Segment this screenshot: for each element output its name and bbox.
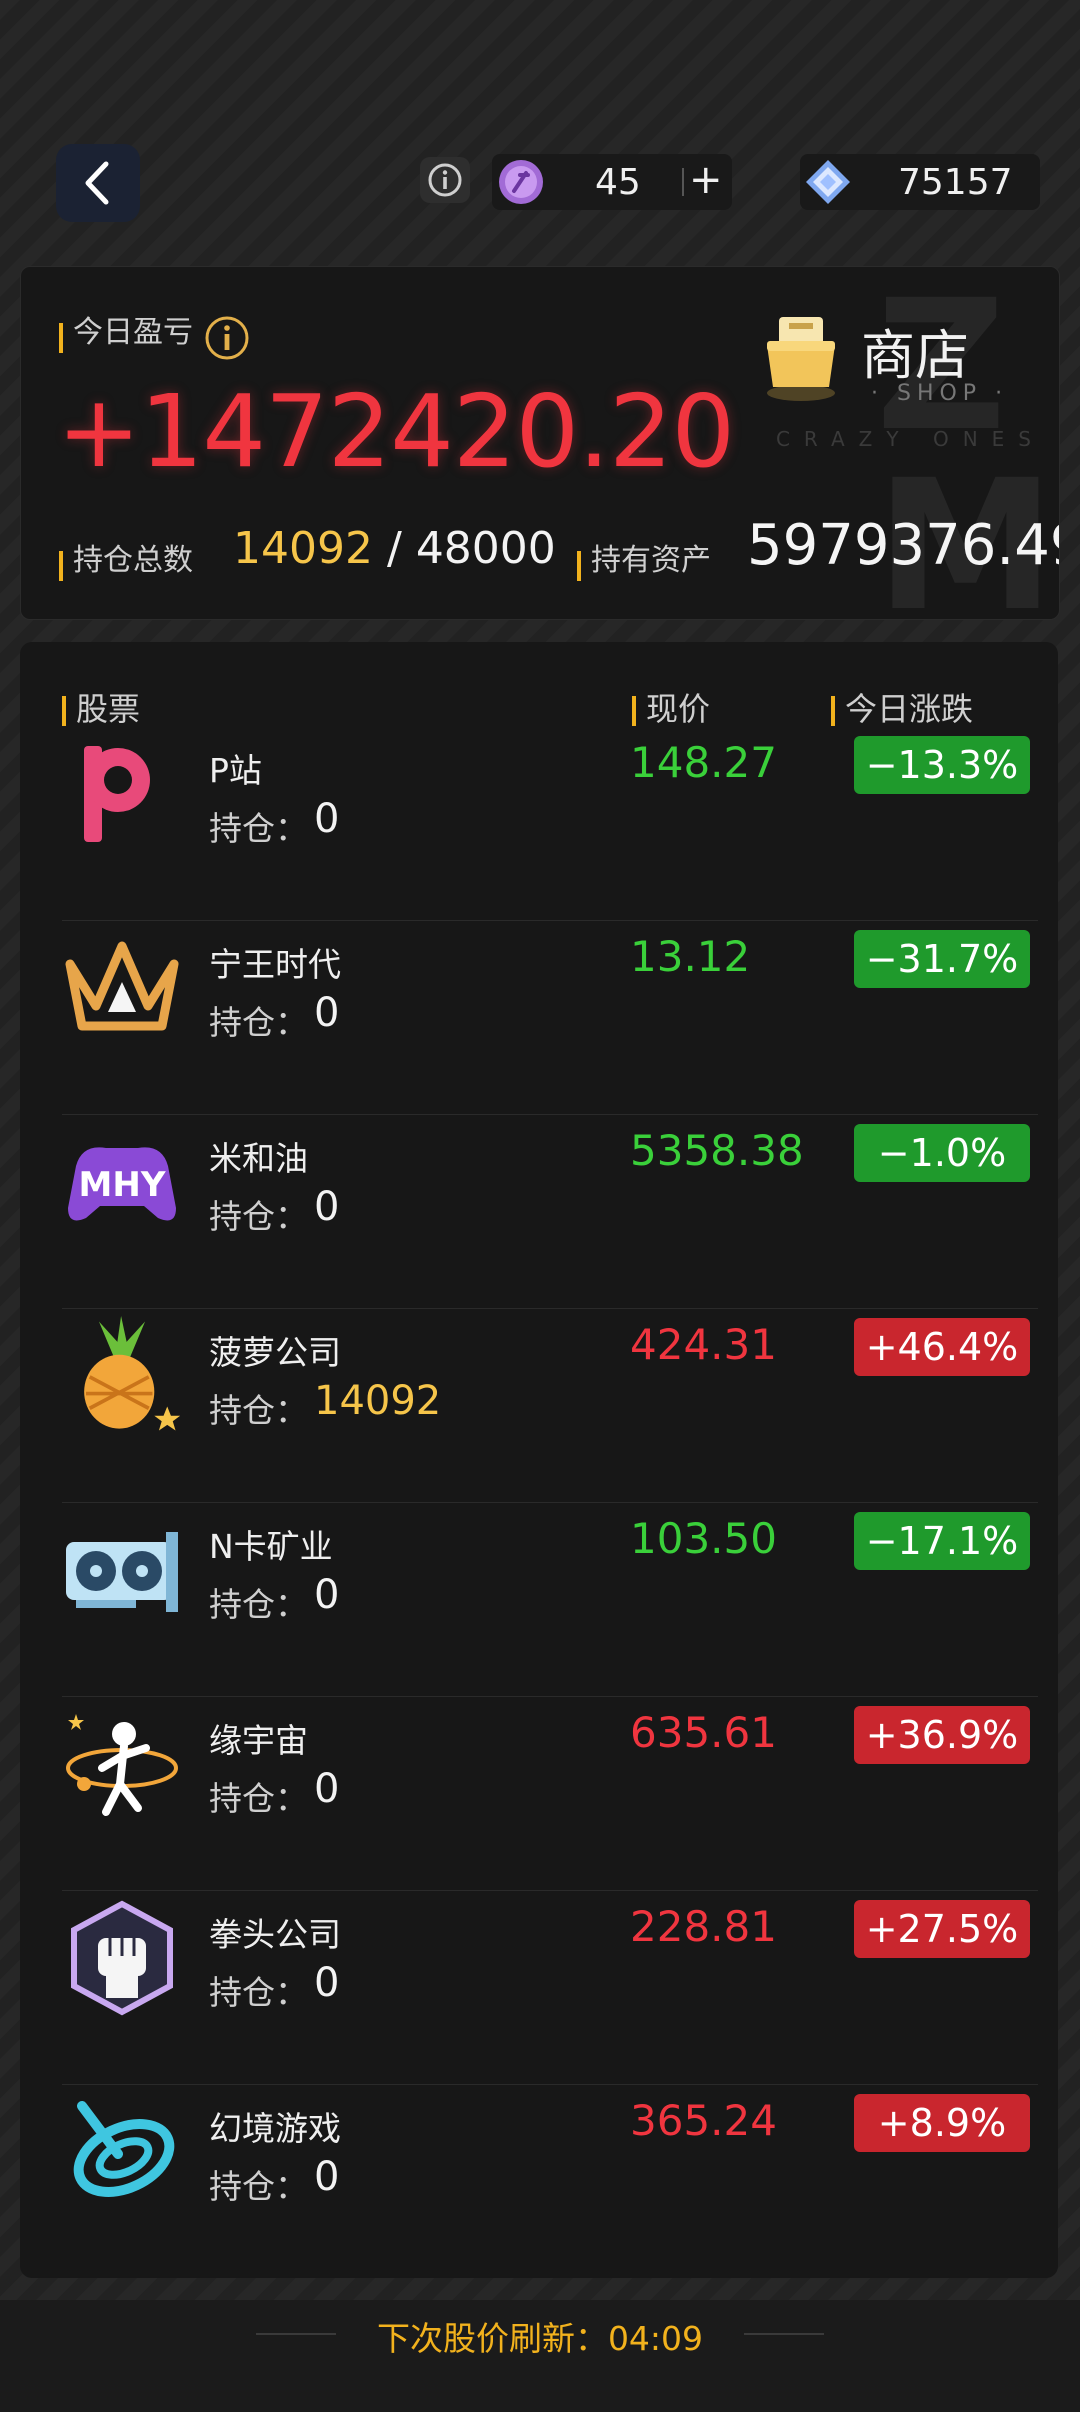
assets-row: 持有资产 [577,535,711,581]
holding-value: 0 [314,2154,340,2200]
holdings-count: 14092 / 48000 [233,523,556,574]
holding-label: 持仓： [209,1779,308,1818]
stock-name: P站 [209,751,262,790]
holding-label: 持仓： [209,2167,308,2206]
stock-list: 股票 现价 今日涨跌 P站 持仓： 0 148.27 −13.3% 宁王时代 持仓： 0 13.… [20,642,1058,2278]
stock-name: 缘宇宙 [209,1721,308,1760]
stock-name: 幻境游戏 [209,2109,341,2148]
stock-row[interactable]: P站持仓： 0 148.27 −13.3% [62,726,1038,921]
refresh-countdown: 下次股价刷新：04:09 [376,2319,704,2358]
pnl-label: 今日盈亏 [73,315,193,350]
divider [682,168,684,196]
assets-label: 持有资产 [591,543,711,578]
svg-text:MHY: MHY [79,1165,166,1205]
column-header-stock: 股票 [62,684,140,730]
holdings-label: 持仓总数 [73,543,193,578]
change-badge: +46.4% [854,1318,1030,1376]
crown-icon [62,928,182,1048]
info-icon [428,163,462,197]
stock-row[interactable]: MHY 米和油持仓： 0 5358.38 −1.0% [62,1114,1038,1309]
pineapple-icon [62,1316,182,1436]
holding-value: 0 [314,1960,340,2006]
holding-value: 14092 [314,1378,442,1424]
watermark: CRAZY ONES [775,427,1045,451]
stock-name: N卡矿业 [209,1527,333,1566]
holdings-max: 48000 [415,523,556,574]
shop-sublabel: · SHOP · [871,381,1009,406]
holdings-separator: / [386,523,402,574]
stock-price: 635.61 [630,1708,777,1757]
column-header-change: 今日涨跌 [831,684,973,730]
pnl-header: 今日盈亏 [59,307,250,361]
shop-button[interactable]: 商店 · SHOP · [761,311,1021,421]
holding-value: 0 [314,1184,340,1230]
gpu-card-icon [62,1510,182,1630]
stock-name: 菠萝公司 [209,1333,341,1372]
p-station-icon [62,734,182,854]
stock-name: 拳头公司 [209,1915,341,1954]
diamond-icon [806,160,850,204]
holdings-row: 持仓总数 [59,535,193,581]
chevron-left-icon [85,161,109,205]
holding-label: 持仓： [209,809,308,848]
assets-value: 5979376.49 [747,513,1060,578]
change-badge: −1.0% [854,1124,1030,1182]
holding-value: 0 [314,990,340,1036]
change-badge: −13.3% [854,736,1030,794]
holding-label: 持仓： [209,1391,308,1430]
stock-price: 424.31 [630,1320,777,1369]
holding-value: 0 [314,1766,340,1812]
astronaut-icon [62,1704,182,1824]
stock-price: 13.12 [630,932,751,981]
holding-label: 持仓： [209,1973,308,2012]
stock-row[interactable]: 拳头公司持仓： 0 228.81 +27.5% [62,1890,1038,2085]
stock-row[interactable]: 缘宇宙持仓： 0 635.61 +36.9% [62,1696,1038,1891]
stock-row[interactable]: 菠萝公司持仓： 14092 424.31 +46.4% [62,1308,1038,1503]
gem-value: 75157 [898,162,1013,203]
change-badge: +36.9% [854,1706,1030,1764]
energy-orb-icon [499,160,543,204]
change-badge: +27.5% [854,1900,1030,1958]
info-icon[interactable] [204,315,250,361]
shop-label: 商店 [861,324,969,387]
change-badge: −17.1% [854,1512,1030,1570]
energy-value: 45 [595,162,641,203]
gamepad-icon: MHY [62,1122,182,1242]
stock-name: 宁王时代 [209,945,341,984]
stock-price: 148.27 [630,738,777,787]
gem-counter: 75157 [800,154,1040,210]
stock-price: 365.24 [630,2096,777,2145]
holding-label: 持仓： [209,1197,308,1236]
stock-price: 5358.38 [630,1126,804,1175]
holdings-current: 14092 [233,523,373,574]
summary-card: ZM CRAZY ONES 今日盈亏 +1472420.20 商店 · SHOP… [20,266,1060,620]
shop-box-icon [767,317,835,401]
energy-counter: 45 + [492,154,732,210]
add-energy-button[interactable]: + [689,157,723,203]
portal-icon [62,2092,182,2212]
info-button[interactable] [420,157,470,203]
change-badge: +8.9% [854,2094,1030,2152]
stock-price: 103.50 [630,1514,777,1563]
column-header-price: 现价 [632,684,710,730]
holding-label: 持仓： [209,1585,308,1624]
stock-row[interactable]: 幻境游戏持仓： 0 365.24 +8.9% [62,2084,1038,2278]
fist-icon [62,1898,182,2018]
stock-name: 米和油 [209,1139,308,1178]
holding-label: 持仓： [209,1003,308,1042]
change-badge: −31.7% [854,930,1030,988]
stock-price: 228.81 [630,1902,777,1951]
holding-value: 0 [314,796,340,842]
holding-value: 0 [314,1572,340,1618]
stock-row[interactable]: N卡矿业持仓： 0 103.50 −17.1% [62,1502,1038,1697]
back-button[interactable] [56,144,140,222]
stock-row[interactable]: 宁王时代持仓： 0 13.12 −31.7% [62,920,1038,1115]
pnl-value: +1472420.20 [57,373,735,490]
